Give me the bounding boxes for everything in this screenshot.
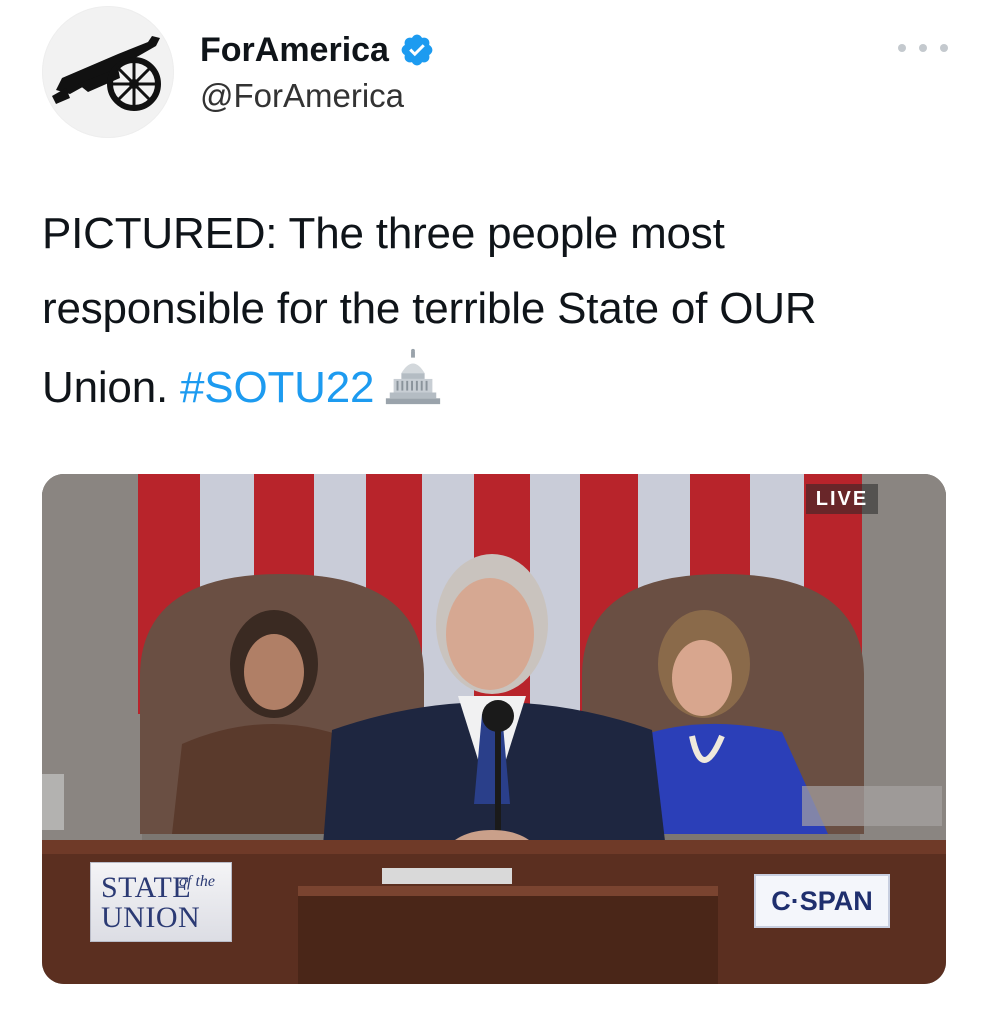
hashtag-link[interactable]: #SOTU22: [180, 363, 374, 412]
live-badge: LIVE: [806, 484, 878, 514]
tweet-card: ForAmerica @ForAmerica PICTURED: The thr…: [0, 0, 988, 1024]
sotu-logo-line2: of the: [179, 873, 215, 890]
more-options-button[interactable]: [898, 38, 948, 58]
author-display-name[interactable]: ForAmerica: [200, 28, 389, 72]
more-dot-icon: [919, 44, 927, 52]
tweet-text: PICTURED: The three people most responsi…: [42, 196, 942, 425]
cannon-icon: [52, 36, 161, 111]
cspan-logo: C·SPAN: [754, 874, 890, 928]
author-handle[interactable]: @ForAmerica: [200, 74, 435, 118]
author-avatar[interactable]: [42, 6, 174, 138]
more-dot-icon: [898, 44, 906, 52]
sotu-logo-line3: UNION: [101, 901, 201, 934]
author-names: ForAmerica @ForAmerica: [200, 28, 435, 118]
name-row: ForAmerica: [200, 28, 435, 72]
tweet-media-image[interactable]: LIVE STATE of the UNION C·SPAN: [42, 474, 946, 984]
more-dot-icon: [940, 44, 948, 52]
verified-badge-icon: [401, 34, 433, 66]
capitol-building-icon: [386, 348, 441, 405]
state-of-the-union-logo: STATE of the UNION: [90, 862, 232, 942]
sotu-logo-line1: STATE: [101, 871, 192, 904]
